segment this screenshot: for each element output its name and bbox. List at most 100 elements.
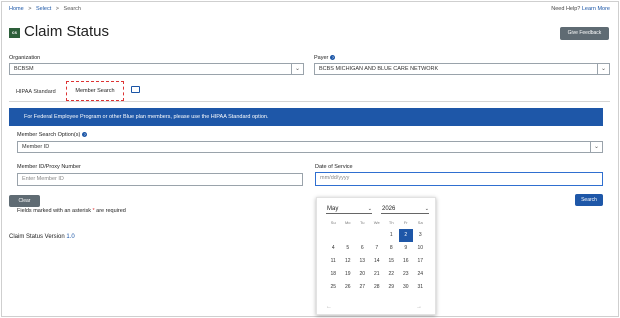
calendar-day[interactable]: 26: [341, 281, 356, 294]
page-frame: [1, 1, 619, 317]
tab-member-search[interactable]: Member Search: [66, 81, 124, 101]
version-label: Claim Status Version: [9, 234, 65, 240]
search-button[interactable]: Search: [575, 194, 603, 206]
tab-hipaa-standard[interactable]: HIPAA Standard: [16, 89, 56, 95]
calendar-day[interactable]: 20: [355, 268, 370, 281]
chevron-down-icon: ⌄: [424, 206, 429, 212]
calendar-empty-cell: [341, 229, 356, 242]
calendar-empty-cell: [326, 229, 341, 242]
member-id-label: Member ID/Proxy Number: [17, 164, 81, 170]
search-options-value: Member ID: [22, 144, 50, 150]
page-title: Claim Status: [24, 23, 110, 40]
chevron-down-icon: ⌄: [291, 64, 303, 74]
help-area: Need Help? Learn More: [551, 6, 610, 12]
info-icon[interactable]: ?: [82, 132, 88, 138]
tab-divider: [9, 101, 610, 102]
calendar-day[interactable]: 12: [341, 255, 356, 268]
date-of-service-input[interactable]: mm/dd/yyyy: [315, 172, 603, 186]
calendar-day[interactable]: 1: [384, 229, 399, 242]
chevron-down-icon: ⌄: [597, 64, 609, 74]
weekday-label: Sa: [417, 220, 423, 225]
required-note-suffix: are required: [94, 208, 126, 214]
calendar-day[interactable]: 25: [326, 281, 341, 294]
calendar-day[interactable]: 29: [384, 281, 399, 294]
organization-select[interactable]: BCBSM ⌄: [9, 63, 304, 75]
calendar-day[interactable]: 31: [413, 281, 428, 294]
calendar-day[interactable]: 14: [370, 255, 385, 268]
required-note: Fields marked with an asterisk * are req…: [17, 208, 126, 214]
calendar-day[interactable]: 5: [341, 242, 356, 255]
calendar-day[interactable]: 15: [384, 255, 399, 268]
breadcrumb: Home > Select > Search: [9, 6, 84, 12]
calendar-day[interactable]: 13: [355, 255, 370, 268]
payer-label: Payer: [314, 55, 329, 61]
chevron-down-icon: ⌄: [367, 206, 372, 212]
month-value: May: [327, 206, 339, 212]
calendar-day[interactable]: 21: [370, 268, 385, 281]
calendar-day[interactable]: 23: [399, 268, 414, 281]
weekday-header: Su Mo Tu We Th Fr Sa: [326, 220, 428, 225]
calendar-day[interactable]: 4: [326, 242, 341, 255]
info-icon[interactable]: ?: [330, 55, 336, 61]
clear-button[interactable]: Clear: [9, 195, 40, 207]
calendar-day[interactable]: 11: [326, 255, 341, 268]
calendar-day[interactable]: 22: [384, 268, 399, 281]
calendar-week: 4 5 6 7 8 9 10: [326, 242, 428, 255]
calendar-day[interactable]: 30: [399, 281, 414, 294]
year-select[interactable]: 2026 ⌄: [381, 205, 429, 214]
organization-label: Organization: [9, 55, 41, 61]
payer-label-wrap: Payer?: [314, 55, 336, 61]
calendar-day[interactable]: 3: [413, 229, 428, 242]
calendar-day[interactable]: 17: [413, 255, 428, 268]
search-options-select[interactable]: Member ID ⌄: [17, 141, 603, 153]
calendar-day[interactable]: 27: [355, 281, 370, 294]
breadcrumb-search: Search: [63, 6, 81, 12]
calendar-day[interactable]: 9: [399, 242, 414, 255]
prev-month-arrow-icon[interactable]: ←: [326, 304, 332, 310]
help-prefix: Need Help?: [551, 6, 581, 12]
calendar-day[interactable]: 19: [341, 268, 356, 281]
breadcrumb-separator: >: [55, 6, 59, 12]
calendar-day[interactable]: 18: [326, 268, 341, 281]
calendar-day[interactable]: 16: [399, 255, 414, 268]
learn-more-link[interactable]: Learn More: [582, 6, 610, 12]
calendar-nav: ← →: [326, 304, 428, 310]
payer-select[interactable]: BCBS MICHIGAN AND BLUE CARE NETWORK ⌄: [314, 63, 610, 75]
calendar-week: 123: [326, 229, 428, 242]
calendar-day[interactable]: 7: [370, 242, 385, 255]
chevron-down-icon: ⌄: [590, 142, 602, 152]
date-picker: May ⌄ 2026 ⌄ Su Mo Tu We Th Fr Sa 1 2 3 4 5 6 7 8 9 10 1…: [316, 197, 436, 315]
calendar-grid: 1 2 3 4 5 6 7 8 9 10 11 12 13 14 15 16 17 18 19 20 21 22 23 24 2…: [326, 229, 428, 294]
version-info: Claim Status Version 1.0: [9, 234, 75, 240]
weekday-label: Th: [388, 220, 394, 225]
breadcrumb-select[interactable]: Select: [36, 6, 51, 12]
claim-status-logo: cs: [9, 28, 20, 38]
date-of-service-label: Date of Service: [315, 164, 353, 170]
year-value: 2026: [382, 206, 396, 212]
search-options-label: Member Search Option(s): [17, 132, 81, 138]
member-id-input[interactable]: Enter Member ID: [17, 173, 303, 186]
weekday-label: Su: [330, 220, 336, 225]
search-options-label-wrap: Member Search Option(s)?: [17, 132, 88, 138]
calendar-day[interactable]: 8: [384, 242, 399, 255]
required-note-prefix: Fields marked with an asterisk: [17, 208, 93, 214]
weekday-label: We: [373, 220, 380, 225]
month-select[interactable]: May ⌄: [326, 205, 372, 214]
info-banner: For Federal Employee Program or other Bl…: [9, 108, 603, 126]
calendar-day[interactable]: 2: [398, 229, 413, 242]
weekday-label: Tu: [359, 220, 365, 225]
calendar-day[interactable]: 10: [413, 242, 428, 255]
version-number[interactable]: 1.0: [66, 234, 74, 240]
calendar-day[interactable]: 6: [355, 242, 370, 255]
calendar-day[interactable]: 28: [370, 281, 385, 294]
payer-value: BCBS MICHIGAN AND BLUE CARE NETWORK: [319, 66, 439, 72]
calendar-day[interactable]: 24: [413, 268, 428, 281]
give-feedback-button[interactable]: Give Feedback: [560, 27, 609, 40]
organization-value: BCBSM: [14, 66, 34, 72]
breadcrumb-home[interactable]: Home: [9, 6, 24, 12]
calendar-week: 11 12 13 14 15 16 17: [326, 255, 428, 268]
video-icon[interactable]: [131, 86, 140, 93]
calendar-week: 18 19 20 21 22 23 24: [326, 268, 428, 281]
next-month-arrow-icon[interactable]: →: [416, 304, 422, 310]
calendar-empty-cell: [370, 229, 385, 242]
